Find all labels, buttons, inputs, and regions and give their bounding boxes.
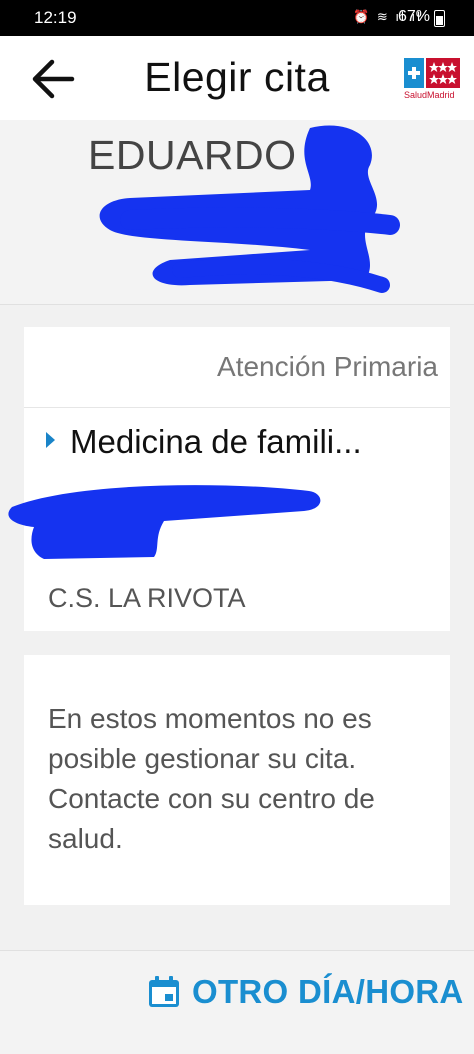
- service-name: Medicina de famili...: [70, 423, 362, 460]
- battery-icon: [434, 10, 445, 27]
- health-center-name: C.S. LA RIVOTA: [48, 583, 246, 613]
- other-day-time-button[interactable]: OTRO DÍA/HORA: [146, 971, 463, 1015]
- card-divider: [24, 407, 450, 408]
- app-bar: Elegir cita SaludMadrid: [0, 36, 474, 120]
- notice-card: En estos momentos no es posible gestiona…: [24, 655, 450, 905]
- notice-message: En estos momentos no es posible gestiona…: [48, 703, 375, 854]
- specialty-label: Atención Primaria: [217, 351, 438, 382]
- appointment-card: Atención Primaria Medicina de famili... …: [8, 327, 450, 631]
- status-bar: 12:19 ⏰ ≋ ıl ıl 67%: [0, 0, 474, 36]
- status-time: 12:19: [34, 8, 77, 27]
- madrid-flag-icon: [404, 58, 460, 88]
- battery-percentage: 67%: [397, 8, 430, 25]
- calendar-icon: [149, 976, 179, 1007]
- patient-header: EDUARDO: [0, 120, 474, 305]
- redaction-scribble: [99, 125, 400, 293]
- caret-right-icon: [46, 432, 55, 448]
- bottom-action-bar: OTRO DÍA/HORA: [0, 950, 474, 1054]
- page-title: Elegir cita: [144, 54, 330, 100]
- redaction-scribble-doctor: [8, 485, 321, 559]
- logo-text: SaludMadrid: [404, 90, 455, 100]
- service-row[interactable]: Medicina de famili...: [46, 423, 446, 467]
- other-day-time-label: OTRO DÍA/HORA: [192, 973, 464, 1010]
- salud-madrid-logo: SaludMadrid: [404, 58, 462, 108]
